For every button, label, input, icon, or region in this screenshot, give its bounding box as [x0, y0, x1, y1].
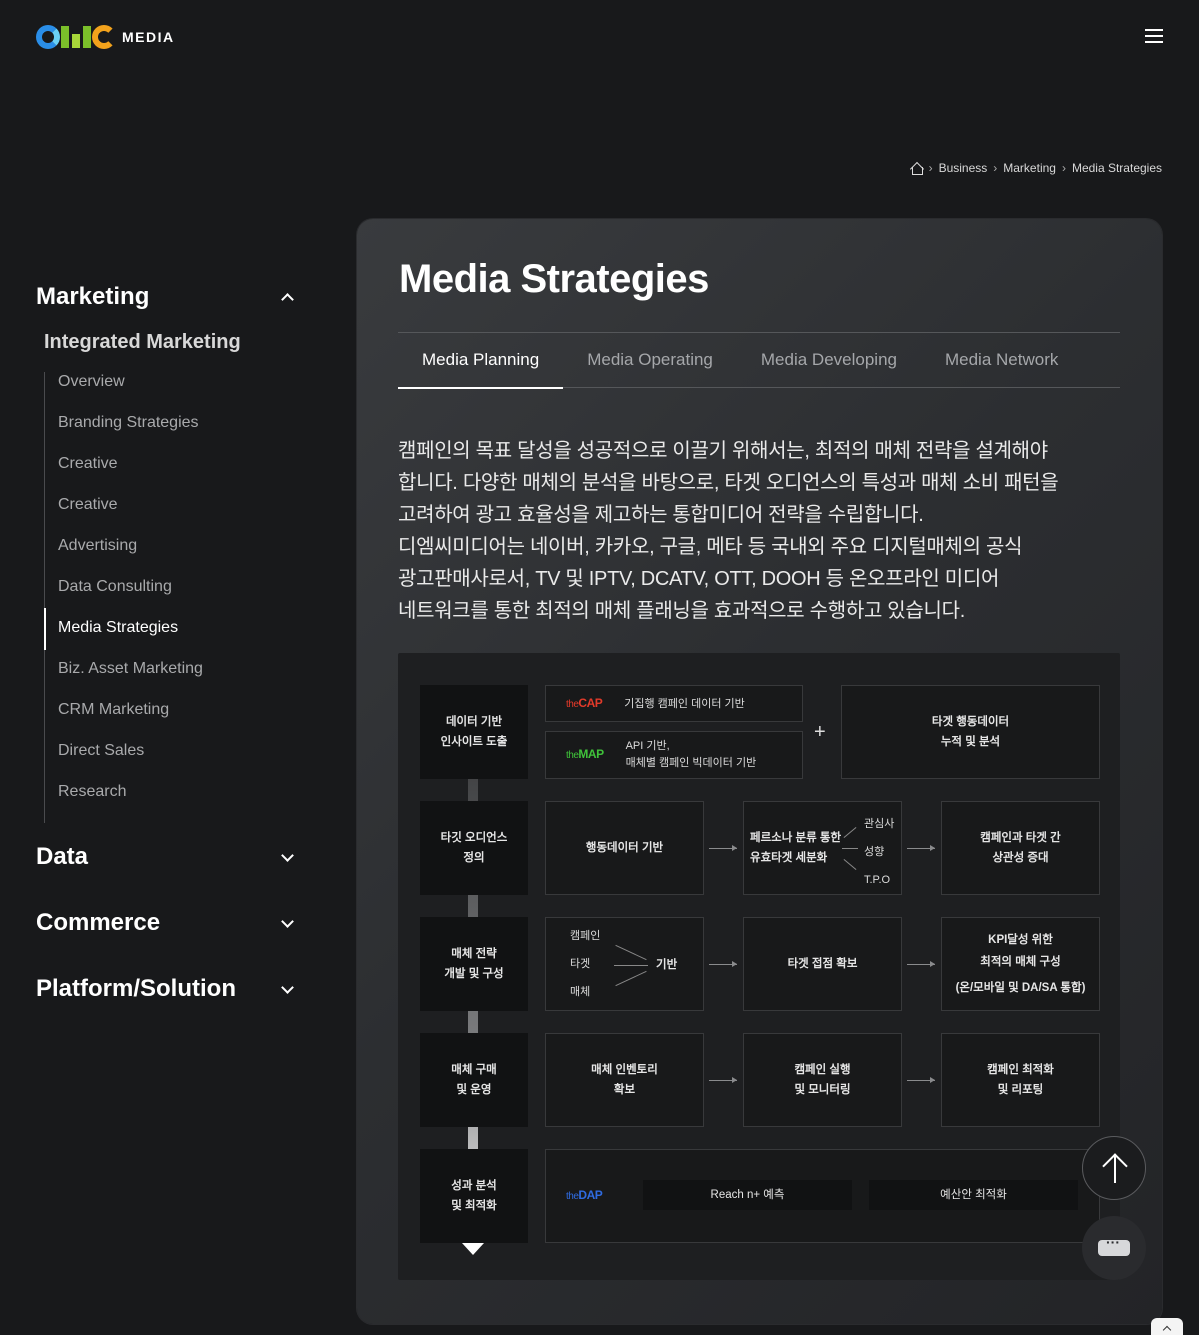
chevron-up-icon[interactable]	[1151, 1318, 1183, 1335]
tab-media-developing[interactable]: Media Developing	[737, 333, 921, 388]
sidebar-category-commerce[interactable]: Commerce	[36, 906, 298, 940]
sidebar-subcategory[interactable]: Integrated Marketing	[44, 331, 298, 354]
description-line: 고려하여 광고 효율성을 제고하는 통합미디어 전략을 수립합니다.	[398, 504, 924, 526]
content-card: Media Strategies Media Planning Media Op…	[357, 219, 1162, 1324]
home-icon[interactable]	[910, 162, 923, 175]
process-box: 페르소나 분류 통한 유효타겟 세분화 관심사 성향 T.P.O	[743, 801, 902, 895]
stage-box: 성과 분석 및 최적화	[420, 1149, 528, 1243]
chevron-down-icon	[281, 980, 294, 994]
arrow-right-icon	[709, 845, 737, 851]
logo-text: MEDIA	[122, 29, 175, 45]
sidebar: Marketing Integrated Marketing Overview …	[36, 280, 298, 1006]
logo-mark	[36, 25, 116, 49]
sidebar-category-data[interactable]: Data	[36, 840, 298, 874]
breadcrumb-current: Media Strategies	[1071, 161, 1162, 175]
process-box: 매체 인벤토리 확보	[545, 1033, 704, 1127]
category-label: Platform/Solution	[36, 975, 236, 1002]
sidebar-item-crm-marketing[interactable]: CRM Marketing	[45, 700, 298, 741]
chat-icon[interactable]	[1082, 1216, 1146, 1280]
arrow-right-icon	[709, 961, 737, 967]
arrow-down-icon	[462, 1243, 484, 1255]
tab-media-planning[interactable]: Media Planning	[398, 333, 564, 389]
page-title: Media Strategies	[399, 257, 709, 301]
category-label: Data	[36, 843, 89, 870]
process-box: 캠페인 실행 및 모니터링	[743, 1033, 902, 1127]
description-line: 디엠씨미디어는 네이버, 카카오, 구글, 메타 등 국내외 주요 디지털매체의…	[398, 536, 1023, 558]
sidebar-category-platform-solution[interactable]: Platform/Solution	[36, 972, 298, 1006]
chevron-right-icon: ›	[993, 161, 998, 175]
result-box: 타겟 행동데이터 누적 및 분석	[841, 685, 1100, 779]
menu-icon[interactable]	[1145, 29, 1163, 43]
stage-box: 타깃 오디언스 정의	[420, 801, 528, 895]
arrow-up-icon[interactable]	[1082, 1136, 1146, 1200]
sidebar-category-marketing[interactable]: Marketing	[36, 280, 298, 314]
process-diagram: 데이터 기반 인사이트 도출 타깃 오디언스 정의 매체 전략 개발 및 구성 매체 …	[398, 653, 1120, 1280]
arrow-right-icon	[709, 1077, 737, 1083]
tab-media-network[interactable]: Media Network	[921, 333, 1082, 388]
process-box: 타겟 접점 확보	[743, 917, 902, 1011]
reach-chip: Reach n+ 예측	[643, 1180, 852, 1210]
sidebar-item-direct-sales[interactable]: Direct Sales	[45, 741, 298, 782]
process-box: KPI달성 위한 최적의 매체 구성 (온/모바일 및 DA/SA 통합)	[941, 917, 1100, 1011]
breadcrumb-marketing[interactable]: Marketing	[1003, 161, 1056, 175]
budget-chip: 예산안 최적화	[869, 1180, 1078, 1210]
process-box: 캠페인과 타겟 간 상관성 증대	[941, 801, 1100, 895]
sidebar-item-overview[interactable]: Overview	[45, 372, 298, 413]
description-line: 네트워크를 통한 최적의 매체 플래닝을 효과적으로 수행하고 있습니다.	[398, 600, 965, 622]
arrow-right-icon	[907, 961, 935, 967]
chevron-down-icon	[281, 914, 294, 928]
sidebar-item-advertising[interactable]: Advertising	[45, 536, 298, 577]
the-map-logo: theMAP	[566, 747, 604, 761]
the-cap-logo: theCAP	[566, 695, 603, 710]
sidebar-item-data-consulting[interactable]: Data Consulting	[45, 577, 298, 618]
category-label: Marketing	[36, 283, 150, 310]
process-box: 캠페인 타겟 매체 기반	[545, 917, 704, 1011]
chevron-right-icon: ›	[928, 161, 933, 175]
sidebar-item-media-strategies[interactable]: Media Strategies	[44, 608, 298, 659]
description-line: 합니다. 다양한 매체의 분석을 바탕으로, 타겟 오디언스의 특성과 매체 소…	[398, 472, 1059, 494]
stage-box: 매체 전략 개발 및 구성	[420, 917, 528, 1011]
arrow-right-icon	[907, 845, 935, 851]
description-line: 캠페인의 목표 달성을 성공적으로 이끌기 위해서는, 최적의 매체 전략을 설…	[398, 440, 1048, 462]
chevron-up-icon	[281, 292, 294, 306]
sidebar-sublist: Overview Branding Strategies Creative Cr…	[44, 372, 298, 823]
tab-media-operating[interactable]: Media Operating	[563, 333, 737, 388]
plus-icon: +	[814, 721, 826, 743]
process-box: 캠페인 최적화 및 리포팅	[941, 1033, 1100, 1127]
chevron-down-icon	[281, 848, 294, 862]
breadcrumb-business[interactable]: Business	[939, 161, 988, 175]
logo[interactable]: MEDIA	[36, 24, 175, 50]
description-line: 광고판매사로서, TV 및 IPTV, DCATV, OTT, DOOH 등 온…	[398, 568, 1000, 590]
sidebar-item-biz-asset-marketing[interactable]: Biz. Asset Marketing	[45, 659, 298, 700]
sidebar-item-branding-strategies[interactable]: Branding Strategies	[45, 413, 298, 454]
arrow-right-icon	[907, 1077, 935, 1083]
process-box: 행동데이터 기반	[545, 801, 704, 895]
stage-box: 매체 구매 및 운영	[420, 1033, 528, 1127]
stage-box: 데이터 기반 인사이트 도출	[420, 685, 528, 779]
the-dap-logo: theDAP	[566, 1188, 603, 1202]
chevron-right-icon: ›	[1061, 161, 1066, 175]
tab-bar: Media Planning Media Operating Media Dev…	[398, 332, 1120, 389]
sidebar-item-creative-2[interactable]: Creative	[45, 495, 298, 536]
sidebar-item-creative[interactable]: Creative	[45, 454, 298, 495]
sidebar-item-research[interactable]: Research	[45, 782, 298, 823]
the-map-box: theMAP API 기반, 매체별 캠페인 빅데이터 기반	[545, 731, 803, 779]
breadcrumb: › Business › Marketing › Media Strategie…	[910, 161, 1162, 175]
the-cap-box: theCAP 기집행 캠페인 데이터 기반	[545, 685, 803, 722]
category-label: Commerce	[36, 909, 161, 936]
description: 캠페인의 목표 달성을 성공적으로 이끌기 위해서는, 최적의 매체 전략을 설…	[398, 435, 1098, 627]
